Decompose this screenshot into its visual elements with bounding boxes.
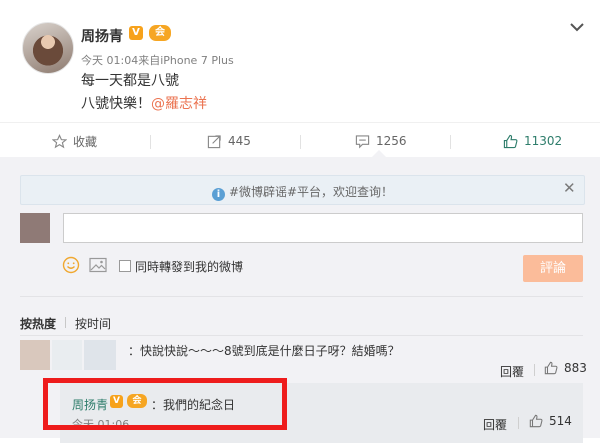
favorite-label: 收藏 [73,134,98,149]
post-text-line1: 每一天都是八號 [81,73,179,89]
image-icon[interactable] [89,257,107,277]
thumbs-up-icon [503,134,518,148]
like-count: 11302 [524,134,563,148]
rumor-notice-content: i #微博辟谣#平台，欢迎查询！ [21,183,584,201]
rumor-notice-banner[interactable]: i #微博辟谣#平台，欢迎查询！ [20,175,585,205]
post-action-bar: 收藏 445 1256 11302 [0,122,600,160]
forward-icon [207,134,221,148]
repost-label[interactable]: 同時轉發到我的微博 [135,258,243,275]
submit-comment-button[interactable]: 評論 [523,255,583,282]
action-separator [450,135,451,149]
post-text-line2-prefix: 八號快樂！ [81,96,151,112]
comment-reply-button[interactable]: 回覆 [500,363,524,380]
author-name[interactable]: 周扬青 [81,26,123,46]
verified-badge-icon: V [129,26,143,40]
reply-like-button[interactable]: 514 [529,414,572,428]
commenter-avatar[interactable] [20,340,50,370]
sort-by-hot-tab[interactable]: 按热度 [20,315,56,332]
emoji-icon[interactable] [62,256,80,278]
member-crown-icon: 会 [149,25,171,41]
post-meta: 今天 01:04来自iPhone 7 Plus [81,54,234,67]
highlight-annotation-box [43,378,287,430]
action-separator [300,135,301,149]
forward-button[interactable]: 445 [207,123,251,159]
divider [20,296,583,297]
action-separator [150,135,151,149]
like-button[interactable]: 11302 [503,123,562,159]
divider [20,335,583,336]
sort-by-time-tab[interactable]: 按时间 [75,315,111,332]
repost-checkbox[interactable] [119,260,131,272]
comment-count: 1256 [376,134,407,148]
mention-link[interactable]: @羅志祥 [151,96,207,112]
thumbs-up-icon [529,414,543,428]
forward-count: 445 [228,134,251,148]
comment-text: ：快說快說～～～8號到底是什麼日子呀？結婚嗎？ [128,344,400,358]
comment-like-button[interactable]: 883 [544,361,587,375]
reply-like-count: 514 [549,414,572,428]
redacted-name-block [84,340,116,370]
reply-action-separator [518,417,519,429]
info-icon: i [211,188,225,201]
post-text-line2: 八號快樂！@羅志祥 [81,93,207,113]
sort-separator [65,317,66,328]
more-options-chevron-icon[interactable] [568,18,586,36]
comment-panel-caret [372,150,386,157]
star-icon [52,133,67,148]
author-avatar[interactable] [22,22,74,74]
comment-action-separator [534,364,535,376]
comment-icon [355,134,370,148]
comment-input[interactable] [63,213,583,243]
close-icon[interactable]: ✕ [563,180,576,196]
rumor-notice-text: #微博辟谣#平台，欢迎查询！ [228,185,394,199]
current-user-avatar [20,213,50,243]
thumbs-up-icon [544,361,558,375]
favorite-button[interactable]: 收藏 [52,123,97,159]
redacted-name-block [52,340,82,370]
reply-reply-button[interactable]: 回覆 [483,416,507,433]
comment-like-count: 883 [564,361,587,375]
